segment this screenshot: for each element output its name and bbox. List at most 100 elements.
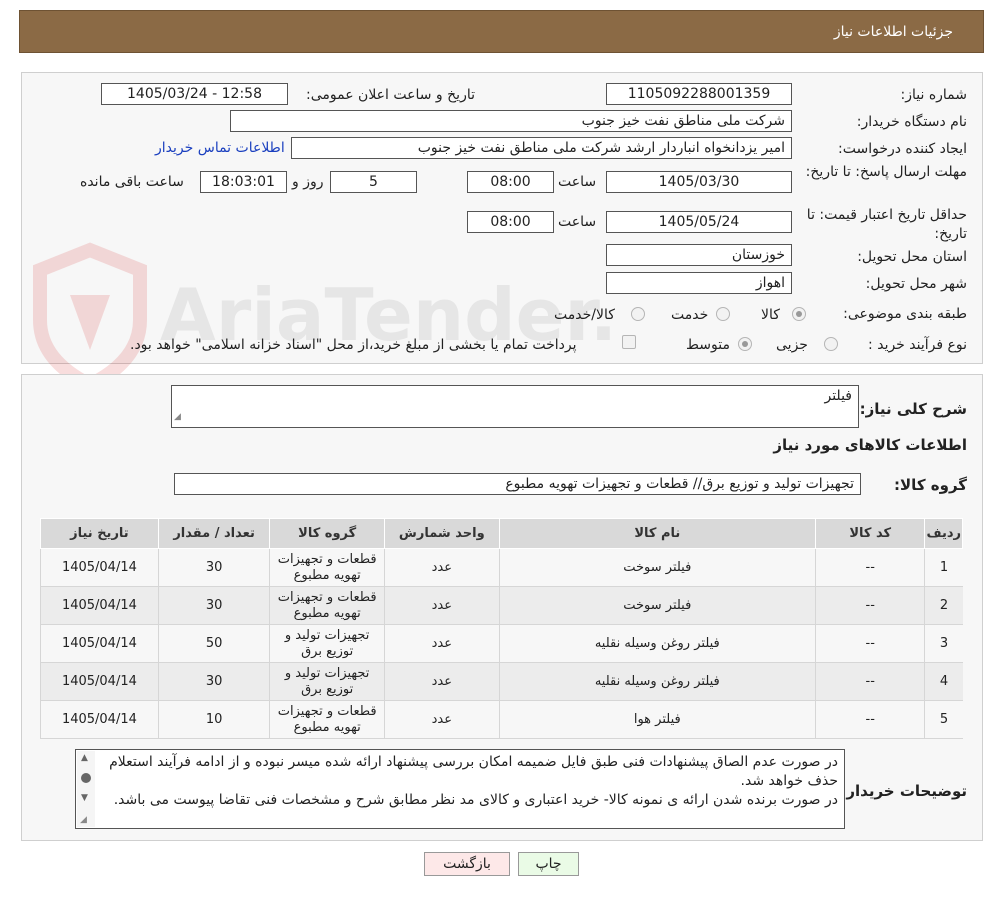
cell-goods-code: -- — [814, 624, 925, 663]
cell-need-date: 1405/04/14 — [40, 548, 159, 587]
process-label: نوع فرآیند خرید : — [868, 337, 967, 353]
cell-quantity: 30 — [157, 586, 270, 625]
cell-need-date: 1405/04/14 — [40, 700, 159, 739]
city-label: شهر محل تحویل: — [865, 276, 967, 292]
goods-group-label: گروه کالا: — [894, 476, 967, 494]
cell-goods-group: تجهیزات تولید و توزیع برق — [269, 662, 385, 701]
validity-time-label: ساعت — [558, 214, 597, 230]
page-header: جزئیات اطلاعات نیاز — [19, 10, 984, 53]
col-header-goods-name: نام کالا — [498, 518, 816, 549]
table-row: 4 -- فیلتر روغن وسیله نقلیه عدد تجهیزات … — [40, 662, 963, 701]
cell-need-date: 1405/04/14 — [40, 586, 159, 625]
goods-table: ردیف کد کالا نام کالا واحد شمارش گروه کا… — [40, 518, 963, 739]
table-row: 5 -- فیلتر هوا عدد قطعات و تجهیزات تهویه… — [40, 700, 963, 739]
days-label: روز و — [292, 174, 324, 190]
announce-field: 1405/03/24 - 12:58 — [101, 83, 288, 105]
cell-goods-group: قطعات و تجهیزات تهویه مطبوع — [269, 700, 385, 739]
reply-time-field: 08:00 — [467, 171, 554, 193]
buyer-org-label: نام دستگاه خریدار: — [856, 114, 967, 130]
cell-row-number: 1 — [924, 548, 963, 587]
cell-unit: عدد — [383, 662, 500, 701]
col-header-unit: واحد شمارش — [383, 518, 500, 549]
page-title: جزئیات اطلاعات نیاز — [833, 24, 953, 40]
resize-grip-icon: ◢ — [174, 412, 181, 422]
buyer-notes-text: در صورت عدم الصاق پیشنهادات فنی طبق فایل… — [109, 754, 838, 808]
buyer-notes-label: توضیحات خریدار: — [840, 782, 967, 800]
buyer-contact-link[interactable]: اطلاعات تماس خریدار — [155, 140, 285, 156]
remaining-time-label: ساعت باقی مانده — [80, 174, 184, 190]
summary-value: فیلتر — [824, 388, 852, 404]
announce-label: تاریخ و ساعت اعلان عمومی: — [306, 87, 475, 103]
col-header-goods-group: گروه کالا — [269, 518, 385, 549]
col-header-need-date: تاریخ نیاز — [40, 518, 159, 549]
cell-quantity: 30 — [157, 548, 270, 587]
notes-scrollbar[interactable]: ▲ ▼ ◢ — [77, 751, 95, 827]
category-option-goods: کالا — [761, 307, 780, 323]
cell-goods-name: فیلتر سوخت — [498, 586, 816, 625]
category-option-service: خدمت — [671, 307, 709, 323]
cell-row-number: 5 — [924, 700, 963, 739]
cell-goods-name: فیلتر هوا — [498, 700, 816, 739]
cell-need-date: 1405/04/14 — [40, 662, 159, 701]
table-row: 2 -- فیلتر سوخت عدد قطعات و تجهیزات تهوی… — [40, 586, 963, 625]
reply-deadline-label: مهلت ارسال پاسخ: تا تاریخ: — [805, 164, 967, 180]
print-button[interactable]: چاپ — [518, 852, 579, 876]
process-radio-minor[interactable] — [824, 337, 838, 351]
cell-goods-group: قطعات و تجهیزات تهویه مطبوع — [269, 548, 385, 587]
category-radio-service[interactable] — [716, 307, 730, 321]
cell-quantity: 50 — [157, 624, 270, 663]
validity-label: حداقل تاریخ اعتبار قیمت: تا تاریخ: — [806, 207, 967, 242]
back-button[interactable]: بازگشت — [424, 852, 510, 876]
cell-quantity: 10 — [157, 700, 270, 739]
city-field: اهواز — [606, 272, 792, 294]
category-radio-goods[interactable] — [792, 307, 806, 321]
table-header-row: ردیف کد کالا نام کالا واحد شمارش گروه کا… — [40, 518, 963, 549]
cell-row-number: 3 — [924, 624, 963, 663]
province-field: خوزستان — [606, 244, 792, 266]
cell-goods-group: قطعات و تجهیزات تهویه مطبوع — [269, 586, 385, 625]
need-number-label: شماره نیاز: — [900, 87, 968, 103]
scroll-thumb[interactable] — [81, 773, 91, 783]
category-radio-goods-service[interactable] — [631, 307, 645, 321]
table-row: 3 -- فیلتر روغن وسیله نقلیه عدد تجهیزات … — [40, 624, 963, 663]
process-radio-medium[interactable] — [738, 337, 752, 351]
cell-unit: عدد — [383, 624, 500, 663]
cell-goods-code: -- — [814, 586, 925, 625]
col-header-quantity: تعداد / مقدار — [157, 518, 271, 549]
province-label: استان محل تحویل: — [857, 249, 967, 265]
category-label: طبقه بندی موضوعی: — [843, 306, 967, 322]
scroll-up-icon[interactable]: ▲ — [81, 753, 88, 763]
need-number-field: 1105092288001359 — [606, 83, 792, 105]
cell-goods-code: -- — [814, 548, 925, 587]
creator-field: امیر یزدانخواه انباردار ارشد شرکت ملی من… — [291, 137, 792, 159]
cell-goods-code: -- — [814, 662, 925, 701]
cell-unit: عدد — [383, 548, 500, 587]
cell-goods-name: فیلتر سوخت — [498, 548, 816, 587]
col-header-row-number: ردیف — [924, 518, 963, 549]
summary-label: شرح کلی نیاز: — [859, 400, 967, 418]
cell-goods-group: تجهیزات تولید و توزیع برق — [269, 624, 385, 663]
goods-info-title: اطلاعات کالاهای مورد نیاز — [773, 436, 967, 454]
days-field: 5 — [330, 171, 417, 193]
scroll-down-icon[interactable]: ▼ — [81, 793, 88, 803]
cell-goods-code: -- — [814, 700, 925, 739]
remaining-time-field: 18:03:01 — [200, 171, 287, 193]
treasury-payment-checkbox[interactable] — [622, 335, 636, 349]
process-option-medium: متوسط — [686, 337, 730, 353]
creator-label: ایجاد کننده درخواست: — [838, 141, 967, 157]
cell-unit: عدد — [383, 586, 500, 625]
buyer-org-field: شرکت ملی مناطق نفت خیز جنوب — [230, 110, 792, 132]
cell-row-number: 2 — [924, 586, 963, 625]
goods-group-field: تجهیزات تولید و توزیع برق// قطعات و تجهی… — [174, 473, 861, 495]
buyer-notes-field[interactable]: در صورت عدم الصاق پیشنهادات فنی طبق فایل… — [75, 749, 845, 829]
col-header-goods-code: کد کالا — [814, 518, 926, 549]
validity-date-field: 1405/05/24 — [606, 211, 792, 233]
validity-time-field: 08:00 — [467, 211, 554, 233]
reply-time-label: ساعت — [558, 174, 597, 190]
category-option-goods-service: کالا/خدمت — [554, 307, 615, 323]
cell-unit: عدد — [383, 700, 500, 739]
cell-row-number: 4 — [924, 662, 963, 701]
cell-quantity: 30 — [157, 662, 270, 701]
table-row: 1 -- فیلتر سوخت عدد قطعات و تجهیزات تهوی… — [40, 548, 963, 587]
treasury-payment-text: پرداخت تمام یا بخشی از مبلغ خرید،از محل … — [130, 337, 577, 353]
